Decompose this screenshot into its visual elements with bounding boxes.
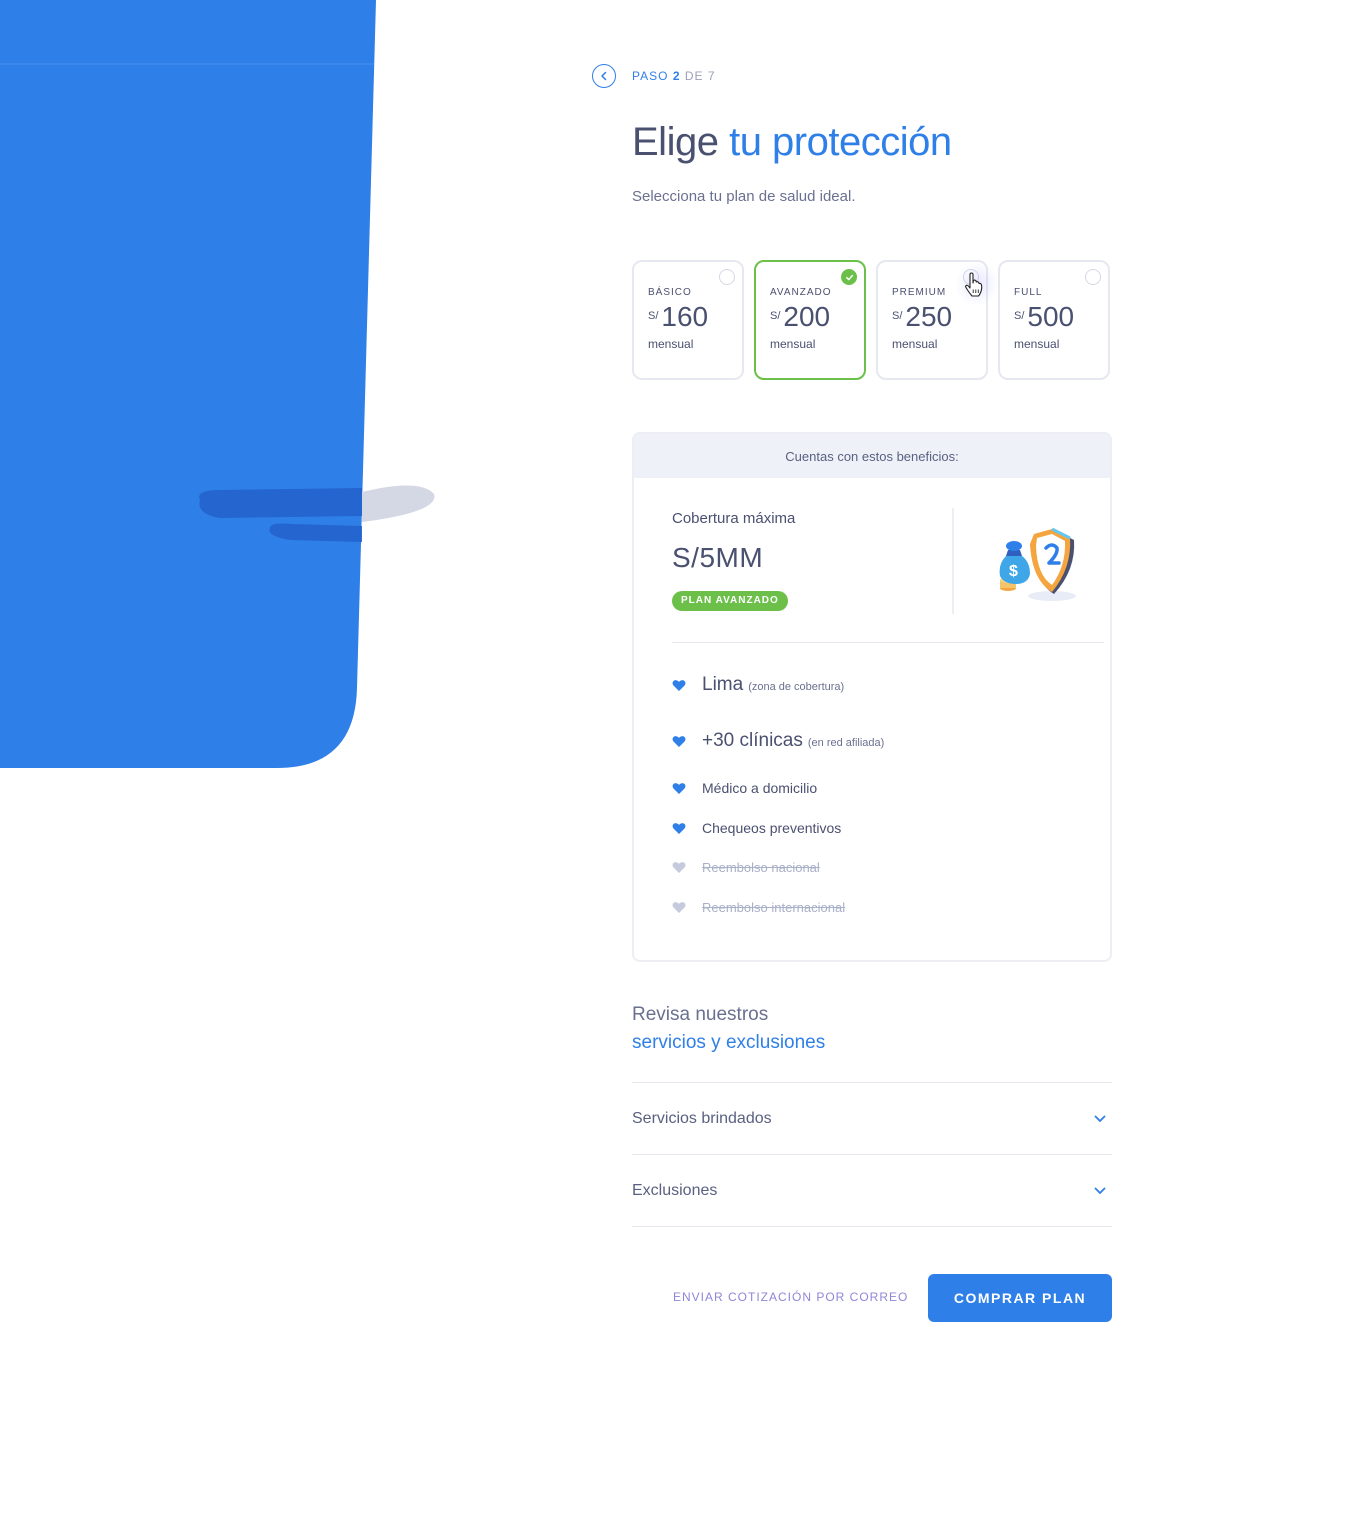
plan-period: mensual [770,336,816,351]
page-subtitle: Selecciona tu plan de salud ideal. [632,188,856,205]
heart-icon [672,862,686,873]
benefit-text: +30 clínicas [702,730,803,751]
plan-period: mensual [648,336,694,351]
plan-currency: S/ [648,310,659,322]
vertical-divider [952,508,954,614]
chevron-left-icon [601,71,607,81]
accordion-exclusiones[interactable]: Exclusiones [632,1154,1112,1226]
plan-price: S/ 160 [648,301,742,333]
plan-card-full[interactable]: FULL S/ 500 mensual [998,260,1110,380]
plan-card-avanzado[interactable]: AVANZADO S/ 200 mensual [754,260,866,380]
review-heading: Revisa nuestros [632,1004,769,1025]
accordion-servicios[interactable]: Servicios brindados [632,1082,1112,1154]
heart-icon [672,782,686,794]
send-quote-email-link[interactable]: ENVIAR COTIZACIÓN POR CORREO [673,1290,908,1304]
plan-name: FULL [1014,287,1043,298]
plan-amount: 500 [1027,301,1075,332]
plan-currency: S/ [892,310,903,322]
plan-amount: 200 [783,301,831,332]
plan-price: S/ 500 [1014,301,1108,333]
step-current: 2 [672,69,681,83]
review-link[interactable]: servicios y exclusiones [632,1032,825,1054]
title-plain: Elige [632,120,719,164]
hand-cursor-icon [965,272,983,297]
radio-unchecked-icon[interactable] [1085,269,1101,285]
plan-amount: 160 [661,301,709,332]
benefit-item: +30 clínicas (en red afiliada) [672,730,884,752]
plan-period: mensual [1014,336,1060,351]
step-indicator: PASO 2 DE 7 [592,64,716,88]
plan-currency: S/ [770,310,781,322]
benefit-text: Reembolso internacional [702,900,846,915]
benefit-text: Médico a domicilio [702,780,818,796]
heart-icon [672,679,686,691]
title-accent: tu protección [729,120,952,164]
benefit-text: Reembolso nacional [702,860,820,875]
buy-plan-button[interactable]: COMPRAR PLAN [928,1274,1112,1322]
plan-selector: BÁSICO S/ 160 mensual AVANZADO S/ 200 me… [632,260,1110,380]
benefit-item-disabled: Reembolso nacional [672,860,820,875]
plan-name: AVANZADO [770,287,832,298]
plan-amount: 250 [905,301,953,332]
benefit-note: (en red afiliada) [807,737,885,749]
benefit-note: (zona de cobertura) [748,681,845,693]
back-button[interactable] [592,64,616,88]
coverage-label: Cobertura máxima [672,510,796,527]
money-shield-illustration: $ [999,527,1076,601]
horizontal-divider [672,642,1104,643]
step-total: DE 7 [684,69,716,83]
accordion-label: Servicios brindados [632,1109,772,1127]
plan-card-basico[interactable]: BÁSICO S/ 160 mensual [632,260,744,380]
radio-unchecked-icon[interactable] [719,269,735,285]
step-prefix: PASO [632,69,669,83]
chevron-down-icon[interactable] [1094,1187,1106,1195]
benefits-card: Cuentas con estos beneficios: Cobertura … [632,432,1112,962]
benefit-text: Chequeos preventivos [702,820,842,836]
heart-icon [672,735,686,747]
accordion-bottom-divider [632,1226,1112,1227]
plan-price: S/ 200 [770,301,864,333]
plan-period: mensual [892,336,938,351]
side-decoration-panel [0,0,435,770]
plan-name: BÁSICO [648,287,692,298]
benefit-item: Chequeos preventivos [672,820,841,836]
plan-price: S/ 250 [892,301,986,333]
page-title: Elige tu protección [632,120,952,165]
benefit-text: Lima [702,674,744,695]
svg-text:$: $ [1009,563,1018,580]
benefit-item: Lima (zona de cobertura) [672,674,844,696]
accordion-label: Exclusiones [632,1181,718,1199]
benefits-header: Cuentas con estos beneficios: [634,434,1110,478]
coverage-value: S/5MM [672,542,764,573]
plan-currency: S/ [1014,310,1025,322]
heart-icon [672,822,686,834]
chevron-down-icon[interactable] [1094,1115,1106,1123]
plan-badge: PLAN AVANZADO [672,591,788,611]
check-circle-icon[interactable] [841,269,857,285]
step-label: PASO 2 DE 7 [632,69,716,83]
heart-icon [672,902,686,913]
benefit-item-disabled: Reembolso internacional [672,900,845,915]
benefit-item: Médico a domicilio [672,780,817,796]
